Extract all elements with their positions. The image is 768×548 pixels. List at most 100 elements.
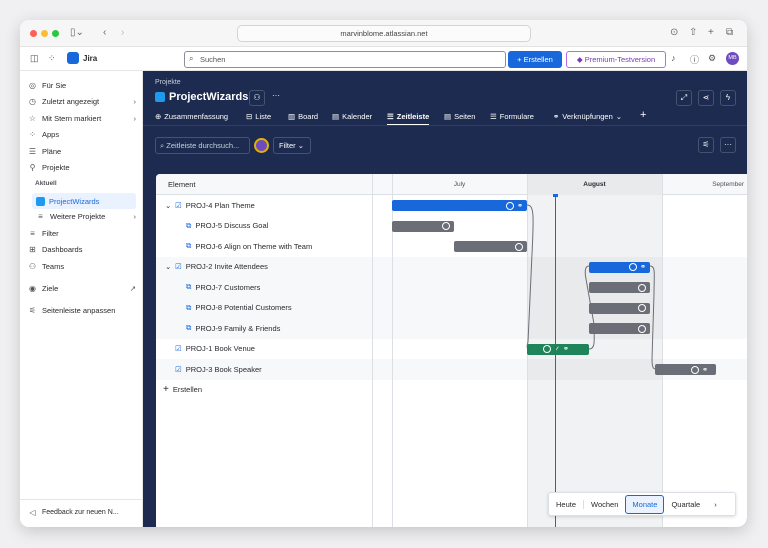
share-icon[interactable]: ⇧ — [689, 27, 697, 38]
address-bar[interactable]: marvinblome.atlassian.net — [237, 25, 531, 42]
close-window-button[interactable] — [30, 30, 37, 37]
automation-icon[interactable]: ϟ — [720, 90, 736, 106]
timeline-bar-proj-1[interactable]: ✓⚭ — [527, 344, 589, 355]
target-icon: ◎ — [28, 81, 37, 90]
customize-icon: ⚟ — [28, 306, 37, 315]
zoom-heute-button[interactable]: Heute — [549, 500, 584, 509]
sidebar-toggle-icon[interactable]: ▯⌄ — [70, 27, 84, 38]
tab-board[interactable]: ▥Board — [288, 112, 318, 121]
sidebar-item-fuer-sie[interactable]: ◎ Für Sie — [28, 81, 136, 90]
sidebar-item-ziele[interactable]: ◉Ziele↗ — [28, 284, 136, 293]
tab-zusammenfassung[interactable]: ⊕Zusammenfassung — [155, 112, 228, 121]
tab-formulare[interactable]: ☰Formulare — [490, 112, 534, 121]
label: Seitenleiste anpassen — [42, 306, 115, 315]
timeline-bar-proj-8[interactable] — [589, 303, 650, 314]
filter-icon: ≡ — [28, 229, 37, 238]
tabs-overview-icon[interactable]: ⧉ — [726, 27, 733, 38]
team-icon[interactable]: ⚇ — [249, 90, 265, 106]
teams-icon: ⚇ — [28, 262, 37, 271]
timeline-bar-proj-4[interactable]: ⚭ — [392, 200, 527, 211]
goal-icon: ◉ — [28, 284, 37, 293]
view-settings-icon[interactable]: ⚟ — [698, 137, 714, 153]
sidebar-item-projekte[interactable]: ⚲Projekte — [28, 163, 136, 172]
assignee-icon — [638, 304, 646, 312]
more-icon[interactable]: ··· — [720, 137, 736, 153]
jira-logo-icon[interactable] — [67, 52, 79, 64]
zoom-monate-button[interactable]: Monate — [625, 495, 664, 514]
sidebar-item-anpassen[interactable]: ⚟ Seitenleiste anpassen — [28, 306, 136, 315]
new-tab-icon[interactable]: + — [708, 27, 714, 38]
notifications-bell-icon[interactable]: ♪ — [671, 53, 676, 63]
help-icon[interactable]: ⓘ — [690, 53, 699, 66]
tab-verknuepfungen[interactable]: ⚭Verknüpfungen⌄ — [553, 112, 622, 121]
zoom-window-button[interactable] — [52, 30, 59, 37]
external-link-icon: ↗ — [130, 284, 136, 293]
timeline-bar-proj-2[interactable]: ⚭ — [589, 262, 650, 273]
chevron-down-icon: ⌄ — [616, 112, 622, 121]
sidebar-item-zuletzt[interactable]: ◷Zuletzt angezeigt› — [28, 97, 136, 106]
minimize-window-button[interactable] — [41, 30, 48, 37]
app-switcher-icon[interactable]: ⁘ — [48, 53, 56, 64]
avatar-filter[interactable] — [254, 138, 269, 153]
page-icon: ▤ — [444, 112, 451, 121]
project-icon — [155, 92, 165, 102]
settings-gear-icon[interactable]: ⚙ — [708, 53, 716, 64]
label: Apps — [42, 130, 59, 139]
sidebar-item-stern[interactable]: ☆Mit Stern markiert› — [28, 114, 136, 123]
sidebar-item-dashboards[interactable]: ⊞Dashboards — [28, 245, 136, 254]
placeholder: Zeitleiste durchsuch... — [166, 141, 239, 150]
chevron-right-icon[interactable]: › — [707, 500, 724, 509]
sidebar-collapse-icon[interactable]: ◫ — [30, 53, 39, 64]
tab-seiten[interactable]: ▤Seiten — [444, 112, 475, 121]
zoom-wochen-button[interactable]: Wochen — [584, 500, 625, 509]
feedback-button[interactable]: ◁Feedback zur neuen N... — [28, 508, 136, 517]
breadcrumb[interactable]: Projekte — [155, 79, 181, 86]
star-icon: ☆ — [28, 114, 37, 123]
filter-button[interactable]: Filter ⌄ — [273, 137, 311, 154]
tab-zeitleiste[interactable]: ☰Zeitleiste — [387, 112, 429, 126]
label: Kalender — [342, 112, 372, 121]
premium-trial-button[interactable]: ◆ Premium-Testversion — [566, 51, 666, 68]
share-icon[interactable]: ⋖ — [698, 90, 714, 106]
label: Pläne — [42, 147, 61, 156]
sidebar-item-projectwizards[interactable]: ProjectWizards — [32, 193, 136, 209]
timeline-bar-proj-9[interactable] — [589, 323, 650, 334]
search-input[interactable]: Suchen — [184, 51, 506, 68]
timeline-bar-proj-5[interactable] — [392, 221, 454, 232]
timeline-icon: ☰ — [387, 112, 394, 121]
sidebar-item-teams[interactable]: ⚇Teams — [28, 262, 136, 271]
sidebar-item-apps[interactable]: ⁘Apps — [28, 130, 136, 139]
app-name[interactable]: Jira — [83, 54, 97, 63]
label: Mit Stern markiert — [42, 114, 101, 123]
timeline-bar-proj-7[interactable] — [589, 282, 650, 293]
add-tab-button[interactable]: + — [640, 109, 646, 121]
divider — [143, 125, 747, 126]
browser-window: ▯⌄ ‹ › marvinblome.atlassian.net ⊙ ⇧ + ⧉… — [20, 20, 747, 527]
zoom-quartale-button[interactable]: Quartale — [664, 500, 707, 509]
plans-icon: ☰ — [28, 147, 37, 156]
timeline-bar-proj-6[interactable] — [454, 241, 527, 252]
sidebar-item-weitere-projekte[interactable]: ≡Weitere Projekte› — [36, 212, 136, 221]
tab-kalender[interactable]: ▤Kalender — [332, 112, 372, 121]
download-icon[interactable]: ⊙ — [670, 27, 678, 38]
sidebar: ◎ Für Sie ◷Zuletzt angezeigt› ☆ Mit Stern … — [20, 71, 143, 527]
megaphone-icon: ◁ — [28, 508, 37, 517]
timeline-search-input[interactable]: ⌕ Zeitleiste durchsuch... — [155, 137, 250, 154]
more-icon[interactable]: ··· — [272, 91, 280, 100]
label: Für Sie — [42, 81, 66, 90]
avatar[interactable]: MB — [726, 52, 739, 65]
tab-liste[interactable]: ⊟Liste — [246, 112, 271, 121]
back-icon[interactable]: ‹ — [103, 27, 106, 38]
today-marker-head — [553, 194, 558, 197]
sidebar-item-filter[interactable]: ≡Filter — [28, 229, 136, 238]
label: Weitere Projekte — [50, 212, 105, 221]
create-button[interactable]: + Erstellen — [508, 51, 562, 68]
assignee-icon — [543, 345, 551, 353]
globe-icon: ⊕ — [155, 112, 161, 121]
assignee-icon — [638, 284, 646, 292]
forward-icon[interactable]: › — [121, 27, 124, 38]
fullscreen-icon[interactable]: ⤢ — [676, 90, 692, 106]
timeline-bar-proj-3[interactable]: ⚭ — [655, 364, 716, 375]
premium-label: Premium-Testversion — [585, 55, 655, 64]
sidebar-item-plaene[interactable]: ☰ Pläne — [28, 147, 136, 156]
